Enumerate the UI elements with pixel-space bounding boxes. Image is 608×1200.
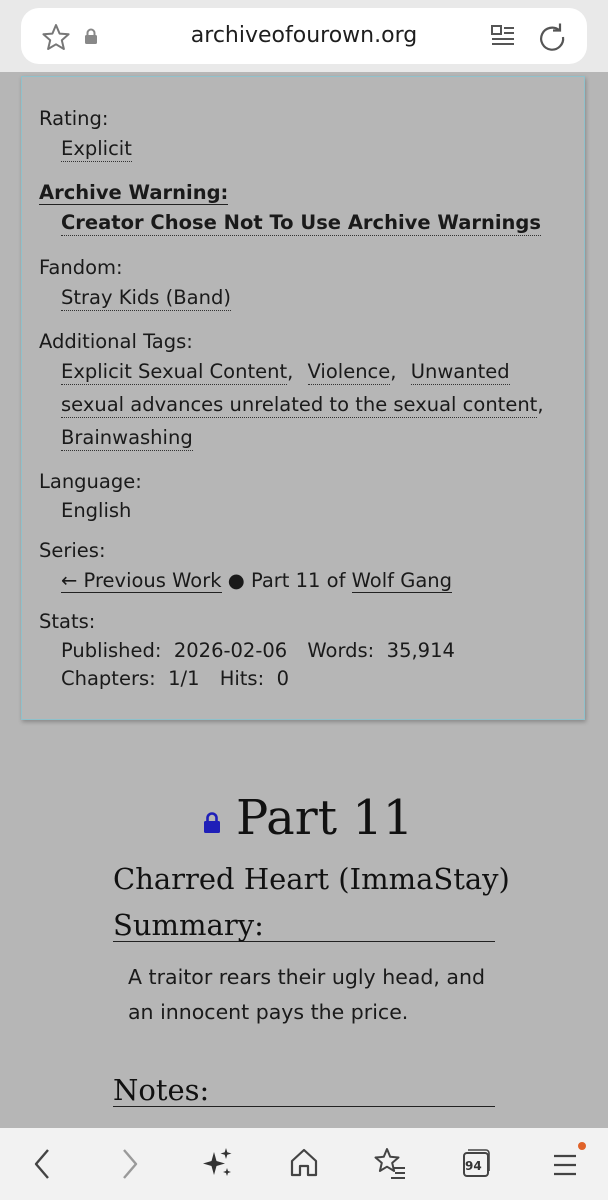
browser-top-bar: archiveofourown.org xyxy=(0,0,608,72)
browser-bottom-bar: 94 xyxy=(0,1128,608,1200)
stats-label: Stats: xyxy=(39,610,96,633)
hits-value: 0 xyxy=(276,667,289,690)
series-link[interactable]: Wolf Gang xyxy=(351,569,453,593)
series-bullet: ● xyxy=(227,569,245,592)
tag-separator: , xyxy=(390,360,397,383)
language-value: English xyxy=(61,499,132,522)
previous-work-link[interactable]: ← Previous Work xyxy=(61,569,222,593)
tag-link[interactable]: Unwanted xyxy=(410,360,510,385)
chapters-label: Chapters: xyxy=(61,667,156,690)
tag-link[interactable]: sexual advances unrelated to the sexual … xyxy=(61,393,538,418)
tag-separator: , xyxy=(287,360,294,383)
archive-warning-label[interactable]: Archive Warning: xyxy=(39,181,229,205)
summary-heading: Summary: xyxy=(113,908,495,942)
archive-warning-link[interactable]: Creator Chose Not To Use Archive Warning… xyxy=(61,211,541,236)
hits-label: Hits: xyxy=(219,667,265,690)
rating-link[interactable]: Explicit xyxy=(61,137,132,162)
notification-dot xyxy=(578,1142,586,1150)
menu-icon[interactable] xyxy=(550,1140,590,1182)
tag-link[interactable]: Violence xyxy=(307,360,391,385)
reload-icon[interactable] xyxy=(537,22,567,52)
tab-count[interactable]: 94 xyxy=(465,1159,482,1173)
tag-link[interactable]: Brainwashing xyxy=(61,426,193,451)
back-icon[interactable] xyxy=(28,1146,56,1182)
work-title: Part 11 xyxy=(236,790,414,846)
chapter-title: Charred Heart (ImmaStay) xyxy=(113,862,510,896)
work-meta-box: Rating: Explicit Archive Warning: Creato… xyxy=(21,76,585,720)
home-icon[interactable] xyxy=(288,1146,320,1180)
published-value: 2026-02-06 xyxy=(173,639,288,662)
summary-text: A traitor rears their ugly head, and an … xyxy=(128,965,485,1024)
reader-mode-icon[interactable] xyxy=(490,23,516,49)
address-bar[interactable]: archiveofourown.org xyxy=(21,8,587,64)
bookmarks-icon[interactable] xyxy=(373,1146,407,1180)
fandom-label: Fandom: xyxy=(39,256,123,279)
series-label: Series: xyxy=(39,539,106,562)
language-label: Language: xyxy=(39,470,142,493)
tag-separator: , xyxy=(537,393,544,416)
sparkle-ai-icon[interactable] xyxy=(201,1146,233,1180)
series-position: Part 11 of xyxy=(250,569,346,592)
tag-link[interactable]: Explicit Sexual Content xyxy=(61,360,288,385)
words-value: 35,914 xyxy=(386,639,455,662)
additional-tags-label: Additional Tags: xyxy=(39,330,193,353)
words-label: Words: xyxy=(307,639,375,662)
fandom-link[interactable]: Stray Kids (Band) xyxy=(61,286,231,311)
chapters-value: 1/1 xyxy=(168,667,200,690)
published-label: Published: xyxy=(61,639,162,662)
locked-work-icon xyxy=(204,812,220,833)
forward-icon[interactable] xyxy=(116,1146,144,1182)
notes-heading: Notes: xyxy=(113,1073,495,1107)
rating-label: Rating: xyxy=(39,107,109,130)
